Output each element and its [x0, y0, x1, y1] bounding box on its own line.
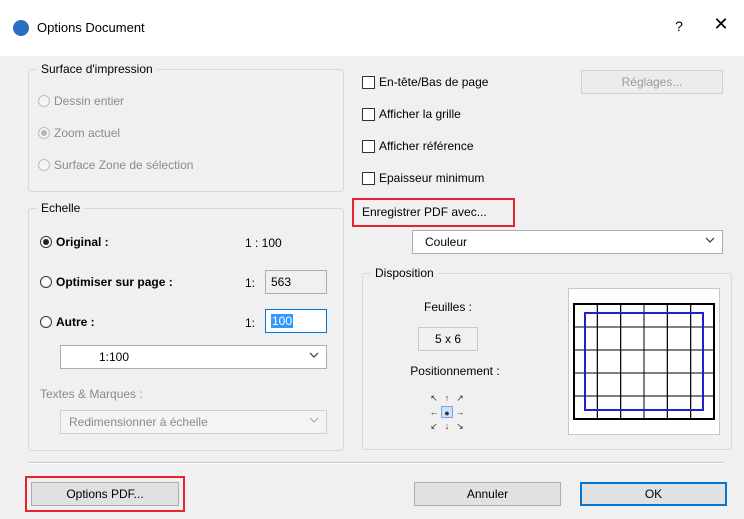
sheet-cell [643, 372, 668, 397]
checkbox-label: Afficher la grille [379, 107, 461, 121]
help-button[interactable]: ? [668, 18, 690, 34]
color-select[interactable]: Couleur [412, 230, 723, 254]
highlight-box [352, 198, 515, 227]
positioning-arrows[interactable]: ↖ ↑ ↗ ← ● → ↙ ↓ ↘ [428, 392, 466, 434]
window-title: Options Document [37, 20, 145, 35]
scale-legend: Echelle [41, 201, 81, 215]
original-scale-value: 1 : 100 [245, 236, 282, 250]
radio-button[interactable] [38, 127, 50, 139]
radio-label: Zoom actuel [54, 126, 121, 140]
other-scale-prefix: 1: [245, 316, 256, 330]
arrow-sw-icon[interactable]: ↙ [428, 420, 440, 432]
sheet-cell [620, 372, 645, 397]
arrow-nw-icon[interactable]: ↖ [428, 392, 440, 404]
close-icon[interactable]: ✕ [710, 14, 732, 35]
radio-current-zoom[interactable]: Zoom actuel [38, 126, 120, 140]
checkbox[interactable] [362, 75, 375, 89]
sheet-preview [568, 288, 720, 435]
positioning-label: Positionnement : [410, 364, 500, 378]
chevron-down-icon [309, 417, 319, 423]
fit-scale-prefix: 1: [245, 276, 256, 290]
checkbox-label: Epaisseur minimum [379, 171, 485, 185]
print-area-legend: Surface d'impression [41, 62, 153, 76]
sheet-cell [620, 349, 645, 374]
radio-label: Optimiser sur page : [56, 275, 173, 289]
sheet-cell [620, 326, 645, 351]
radio-label: Original : [56, 235, 109, 249]
color-select-value: Couleur [425, 235, 468, 249]
radio-label: Surface Zone de sélection [54, 158, 194, 172]
checkbox[interactable] [362, 139, 375, 153]
checkbox-min-thickness[interactable]: Epaisseur minimum [362, 171, 484, 185]
other-scale-input[interactable]: 100 [265, 309, 327, 333]
checkbox-label: Afficher référence [379, 139, 474, 153]
sheet-grid [573, 303, 715, 420]
chevron-down-icon [309, 352, 319, 358]
app-logo-icon [13, 20, 29, 36]
sheet-cell [666, 349, 692, 374]
sheet-cell [666, 326, 692, 351]
ok-button[interactable]: OK [580, 482, 727, 506]
radio-whole-drawing[interactable]: Dessin entier [38, 94, 124, 108]
sheet-cell [596, 326, 622, 351]
arrow-e-icon[interactable]: → [454, 406, 466, 418]
checkbox-show-grid[interactable]: Afficher la grille [362, 107, 461, 121]
sheet-cell [620, 395, 645, 420]
radio-button[interactable] [38, 159, 50, 171]
radio-selection-zone[interactable]: Surface Zone de sélection [38, 158, 193, 172]
texts-marks-label: Textes & Marques : [40, 387, 143, 401]
checkbox-header-footer[interactable]: En-tête/Bas de page [362, 75, 488, 89]
other-scale-value: 100 [271, 314, 294, 328]
checkbox[interactable] [362, 107, 375, 121]
texts-marks-value: Redimensionner à échelle [69, 415, 208, 429]
sheet-cell [643, 303, 668, 328]
scale-select[interactable]: 1:100 [60, 345, 327, 369]
sheet-cell [666, 372, 692, 397]
checkbox[interactable] [362, 171, 375, 185]
cancel-button[interactable]: Annuler [414, 482, 561, 506]
settings-button[interactable]: Réglages... [581, 70, 723, 94]
radio-button[interactable] [40, 236, 52, 248]
sheet-cell [666, 395, 692, 420]
arrow-ne-icon[interactable]: ↗ [454, 392, 466, 404]
arrow-se-icon[interactable]: ↘ [454, 420, 466, 432]
arrow-s-icon[interactable]: ↓ [441, 420, 453, 432]
fit-scale-field: 563 [265, 270, 327, 294]
sheets-value: 5 x 6 [418, 327, 478, 351]
arrow-n-icon[interactable]: ↑ [441, 392, 453, 404]
radio-button[interactable] [38, 95, 50, 107]
sheet-cell [643, 326, 668, 351]
sheets-label: Feuilles : [423, 300, 473, 314]
sheet-cell [643, 349, 668, 374]
sheet-cell [596, 372, 622, 397]
fit-scale-value: 563 [271, 275, 292, 289]
radio-button[interactable] [40, 276, 52, 288]
sheet-cell [596, 395, 622, 420]
scale-select-value: 1:100 [99, 350, 130, 364]
radio-original[interactable]: Original : [40, 235, 109, 249]
radio-label: Autre : [56, 315, 95, 329]
checkbox-label: En-tête/Bas de page [379, 75, 489, 89]
sheet-cell [596, 349, 622, 374]
radio-button[interactable] [40, 316, 52, 328]
texts-marks-select: Redimensionner à échelle [60, 410, 327, 434]
sheet-cell [596, 303, 622, 328]
sheet-cell [643, 395, 668, 420]
radio-other[interactable]: Autre : [40, 315, 95, 329]
layout-legend: Disposition [375, 266, 434, 280]
center-position-icon[interactable]: ● [441, 406, 453, 418]
radio-fit-page[interactable]: Optimiser sur page : [40, 275, 173, 289]
chevron-down-icon [705, 237, 715, 243]
arrow-w-icon[interactable]: ← [428, 406, 440, 418]
radio-label: Dessin entier [54, 94, 125, 108]
highlight-box [25, 476, 185, 512]
sheet-cell [620, 303, 645, 328]
sheet-cell [666, 303, 692, 328]
separator [29, 462, 723, 464]
checkbox-show-reference[interactable]: Afficher référence [362, 139, 474, 153]
